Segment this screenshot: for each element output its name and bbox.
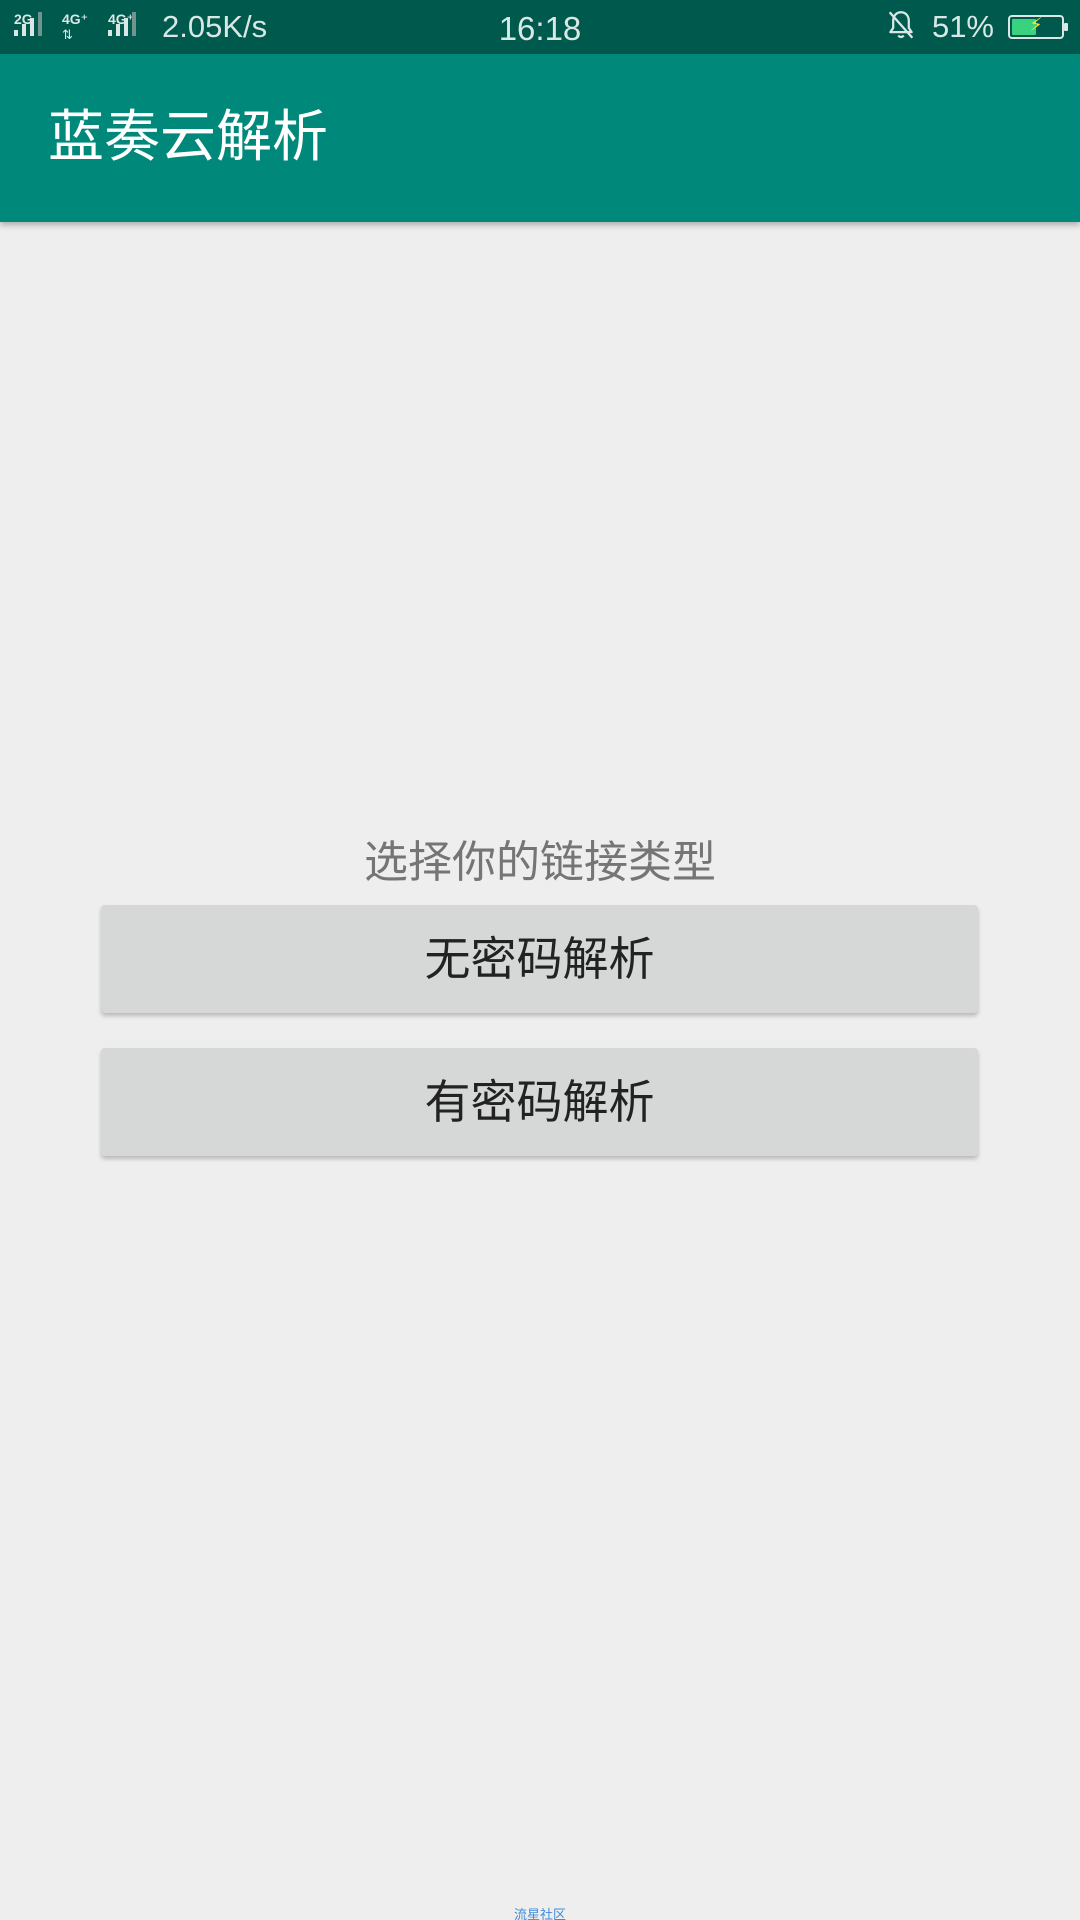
password-parse-button[interactable]: 有密码解析 bbox=[101, 1048, 978, 1156]
bell-off-icon bbox=[884, 8, 918, 47]
status-bar: 2G 4G⁺ ⇅ 4G⁺ 2.05K/s 16:18 51% ⚡ bbox=[0, 0, 1080, 54]
footer-watermark: 流星社区 bbox=[513, 1908, 566, 1920]
no-password-parse-button[interactable]: 无密码解析 bbox=[101, 905, 978, 1013]
battery-percent: 51% bbox=[931, 9, 994, 44]
battery-icon: ⚡ bbox=[1008, 15, 1068, 39]
app-bar: 蓝奏云解析 bbox=[0, 54, 1080, 222]
status-right: 51% ⚡ bbox=[884, 0, 1068, 54]
link-type-prompt: 选择你的链接类型 bbox=[364, 837, 716, 888]
charging-bolt-icon: ⚡ bbox=[1029, 15, 1043, 36]
screen: 2G 4G⁺ ⇅ 4G⁺ 2.05K/s 16:18 51% ⚡ 蓝奏云解析 选… bbox=[0, 0, 1080, 1920]
app-title: 蓝奏云解析 bbox=[48, 105, 328, 170]
